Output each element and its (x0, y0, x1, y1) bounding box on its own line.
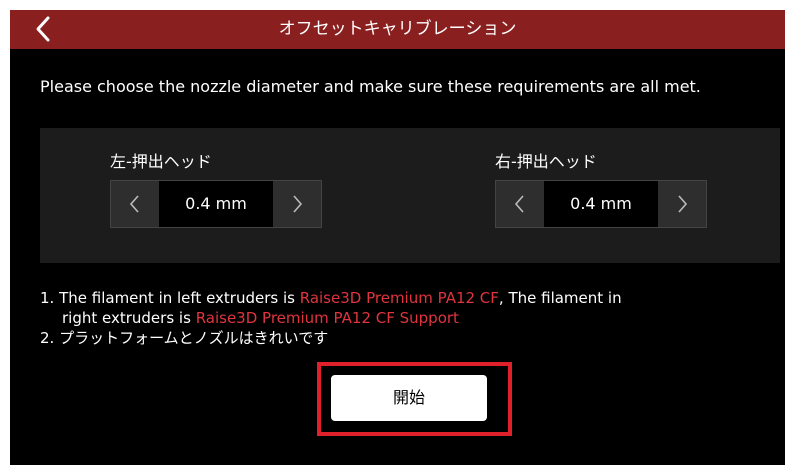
left-nozzle-stepper: 0.4 mm (110, 180, 322, 228)
left-nozzle-value: 0.4 mm (159, 181, 273, 227)
right-decrement-button[interactable] (496, 181, 544, 227)
chevron-left-icon (514, 195, 524, 213)
left-extruder-group: 左-押出ヘッド 0.4 mm (110, 150, 322, 228)
right-nozzle-value: 0.4 mm (544, 181, 658, 227)
start-button[interactable]: 開始 (331, 375, 487, 421)
requirement-item-1: 1. The filament in left extruders is Rai… (40, 288, 780, 308)
chevron-left-icon (36, 16, 50, 42)
right-extruder-label: 右-押出ヘッド (495, 152, 597, 171)
left-increment-button[interactable] (273, 181, 321, 227)
chevron-left-icon (129, 195, 139, 213)
left-decrement-button[interactable] (111, 181, 159, 227)
right-nozzle-stepper: 0.4 mm (495, 180, 707, 228)
requirement-text: right extruders is (62, 309, 191, 327)
page-title: オフセットキャリブレーション (278, 19, 517, 39)
requirement-text: , The filament in (498, 289, 622, 307)
requirement-text: プラットフォームとノズルはきれいです (59, 329, 329, 347)
calibration-screen: オフセットキャリブレーション Please choose the nozzle … (10, 10, 785, 465)
requirement-text: The filament in left extruders is (59, 289, 295, 307)
requirement-item-2: 2. プラットフォームとノズルはきれいです (40, 328, 780, 348)
nozzle-diameter-panel: 左-押出ヘッド 0.4 mm 右-押出ヘッド 0.4 mm (40, 128, 780, 263)
chevron-right-icon (293, 195, 303, 213)
requirement-number: 1. (40, 289, 55, 307)
left-extruder-label: 左-押出ヘッド (110, 152, 212, 171)
right-filament-name: Raise3D Premium PA12 CF Support (195, 309, 459, 327)
chevron-right-icon (678, 195, 688, 213)
right-extruder-group: 右-押出ヘッド 0.4 mm (495, 150, 707, 228)
back-button[interactable] (28, 13, 60, 45)
requirement-number: 2. (40, 329, 55, 347)
right-increment-button[interactable] (658, 181, 706, 227)
instruction-text: Please choose the nozzle diameter and ma… (40, 77, 701, 96)
requirements-list: 1. The filament in left extruders is Rai… (40, 288, 780, 348)
requirement-item-1-continued: right extruders is Raise3D Premium PA12 … (40, 308, 780, 328)
title-bar: オフセットキャリブレーション (10, 10, 785, 49)
left-filament-name: Raise3D Premium PA12 CF (299, 289, 499, 307)
